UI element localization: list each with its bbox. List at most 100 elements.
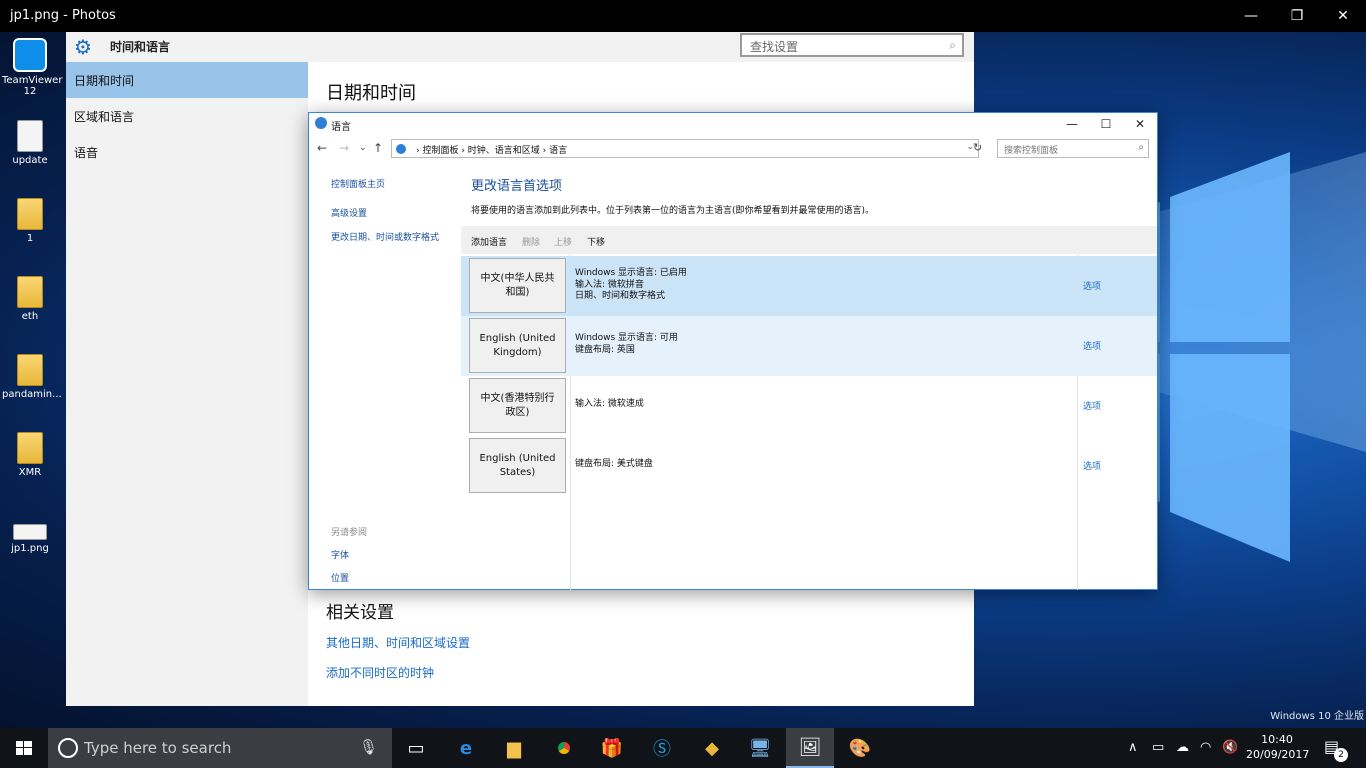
desktop-icon-label: TeamViewer 12 [2, 75, 63, 97]
control-panel-search-input[interactable]: 搜索控制面板 ⌕ [997, 139, 1149, 158]
language-tile[interactable]: English (United States) [469, 438, 566, 493]
wifi-icon[interactable]: ◠ [1200, 740, 1211, 755]
link-control-panel-home[interactable]: 控制面板主页 [331, 177, 439, 190]
onedrive-icon[interactable]: ☁ [1176, 740, 1189, 755]
page-title: 日期和时间 [326, 83, 416, 104]
edge-icon[interactable]: e [442, 728, 490, 768]
desktop-icon-update[interactable]: update [2, 120, 58, 166]
notification-count-badge: 2 [1334, 748, 1348, 762]
nav-item-region-language[interactable]: 区域和语言 [66, 98, 308, 134]
language-options-link[interactable]: 选项 [1083, 279, 1101, 292]
language-toolbar: 添加语言 删除 上移 下移 [461, 226, 1157, 254]
language-tile[interactable]: 中文(中华人民共和国) [469, 258, 566, 313]
file-explorer-icon[interactable]: ▆ [490, 728, 538, 768]
see-also-header: 另请参阅 [331, 528, 368, 538]
paint-icon[interactable]: 🎨 [836, 728, 884, 768]
battery-icon[interactable]: ▭ [1152, 740, 1164, 755]
close-button[interactable]: ✕ [1320, 0, 1366, 32]
desktop-background: Windows 10 企业版 TeamViewer 12 update 1 et… [0, 32, 1366, 728]
desktop-icon-eth[interactable]: eth [2, 276, 58, 322]
move-down-button[interactable]: 下移 [587, 235, 605, 248]
up-arrow-icon[interactable]: ↑ [373, 141, 383, 155]
language-dialog: 语言 — ☐ ✕ ← → ⌄ ↑ › 控制面板 › 时钟、语言和区域 › 语言 … [308, 112, 1158, 590]
taskbar: Type here to search 🎙 ▭ e ▆ 🎁 Ⓢ ◆ 🖥 🖼 🎨 … [0, 728, 1366, 768]
taskbar-search-input[interactable]: Type here to search 🎙 [48, 728, 392, 768]
photos-app-icon[interactable]: 🖼 [786, 728, 834, 768]
clock[interactable]: 10:40 20/09/2017 [1246, 732, 1310, 762]
start-button[interactable] [0, 728, 48, 768]
desktop-icon-label: 1 [26, 233, 34, 244]
language-info-line: Windows 显示语言: 可用 [575, 333, 678, 343]
dialog-maximize-button[interactable]: ☐ [1089, 113, 1123, 135]
language-options-link[interactable]: 选项 [1083, 339, 1101, 352]
dialog-close-button[interactable]: ✕ [1123, 113, 1157, 135]
skype-icon[interactable]: Ⓢ [638, 728, 686, 768]
language-row[interactable]: English (United States) 键盘布局: 美式键盘 选项 [461, 436, 1157, 496]
desktop-icon-jp1[interactable]: jp1.png [2, 524, 58, 554]
globe-icon [315, 117, 327, 129]
language-info-line: 键盘布局: 英国 [575, 344, 635, 355]
dialog-description: 将要使用的语言添加到此列表中。位于列表第一位的语言为主语言(即你希望看到并最常使… [471, 206, 875, 216]
link-change-formats[interactable]: 更改日期、时间或数字格式 [331, 230, 439, 243]
desktop-icon-label: update [12, 155, 48, 166]
recent-dropdown-icon[interactable]: ⌄ [359, 143, 367, 153]
link-advanced-settings[interactable]: 高级设置 [331, 206, 439, 219]
refresh-icon[interactable]: ↻ [973, 141, 982, 154]
desktop-icon-pandaminer[interactable]: pandamin... [2, 354, 62, 400]
desktop-icon-label: XMR [18, 467, 42, 478]
desktop-icon-label: pandamin... [2, 389, 62, 400]
language-row[interactable]: 中文(中华人民共和国) Windows 显示语言: 已启用 输入法: 微软拼音 … [461, 256, 1157, 316]
windows-start-icon [16, 741, 32, 755]
gear-icon[interactable]: ⚙ [74, 35, 92, 59]
add-language-button[interactable]: 添加语言 [471, 235, 507, 248]
settings-title: 时间和语言 [110, 40, 171, 54]
language-row[interactable]: 中文(香港特别行政区) 输入法: 微软速成 选项 [461, 376, 1157, 436]
forward-arrow-icon[interactable]: → [339, 141, 349, 155]
link-add-clocks[interactable]: 添加不同时区的时钟 [326, 664, 434, 681]
language-row[interactable]: English (United Kingdom) Windows 显示语言: 可… [461, 316, 1157, 376]
desktop-icon-1[interactable]: 1 [2, 198, 58, 244]
chrome-icon[interactable] [540, 728, 588, 768]
language-options-link[interactable]: 选项 [1083, 399, 1101, 412]
windows-edition-watermark: Windows 10 企业版 [1270, 711, 1364, 722]
language-tile[interactable]: 中文(香港特别行政区) [469, 378, 566, 433]
search-placeholder: 查找设置 [750, 40, 799, 54]
link-location[interactable]: 位置 [331, 571, 367, 584]
language-info: 输入法: 微软速成 [575, 399, 644, 411]
language-options-link[interactable]: 选项 [1083, 459, 1101, 472]
file-icon [17, 120, 43, 152]
minimize-button[interactable]: — [1228, 0, 1274, 32]
volume-muted-icon[interactable]: 🔇 [1222, 740, 1238, 755]
link-fonts[interactable]: 字体 [331, 548, 367, 561]
image-file-icon [13, 524, 47, 540]
desktop-icon-xmr[interactable]: XMR [2, 432, 58, 478]
settings-header: ⚙ 时间和语言 查找设置 ⌕ [66, 32, 974, 62]
nav-item-date-time[interactable]: 日期和时间 [66, 62, 308, 98]
desktop-icon-label: eth [21, 311, 39, 322]
move-up-button[interactable]: 上移 [554, 235, 572, 248]
dialog-heading: 更改语言首选项 [471, 179, 563, 194]
settings-search-input[interactable]: 查找设置 ⌕ [740, 33, 964, 57]
microphone-icon[interactable]: 🎙 [359, 738, 378, 756]
folder-icon [17, 276, 43, 308]
related-settings-heading: 相关设置 [326, 603, 394, 623]
nav-item-speech[interactable]: 语音 [66, 134, 308, 170]
python-icon[interactable]: ◆ [688, 728, 736, 768]
dialog-minimize-button[interactable]: — [1055, 113, 1089, 135]
restore-button[interactable]: ❐ [1274, 0, 1320, 32]
language-tile[interactable]: English (United Kingdom) [469, 318, 566, 373]
show-hidden-icons-icon[interactable]: ∧ [1128, 740, 1138, 755]
breadcrumb: › 控制面板 › 时钟、语言和区域 › 语言 [416, 146, 568, 156]
task-view-icon[interactable]: ▭ [392, 728, 440, 768]
chrome-logo [554, 738, 574, 758]
link-other-date-time-region[interactable]: 其他日期、时间和区域设置 [326, 634, 470, 651]
address-bar[interactable]: › 控制面板 › 时钟、语言和区域 › 语言 ⌄ [391, 139, 979, 158]
network-tool-icon[interactable]: 🖥 [736, 728, 784, 768]
back-arrow-icon[interactable]: ← [317, 141, 327, 155]
remove-button[interactable]: 删除 [522, 235, 540, 248]
gift-app-icon[interactable]: 🎁 [588, 728, 636, 768]
language-info-line: 键盘布局: 美式键盘 [575, 459, 653, 469]
clock-date: 20/09/2017 [1246, 748, 1310, 761]
folder-icon [17, 198, 43, 230]
desktop-icon-teamviewer[interactable]: TeamViewer 12 [2, 38, 62, 97]
